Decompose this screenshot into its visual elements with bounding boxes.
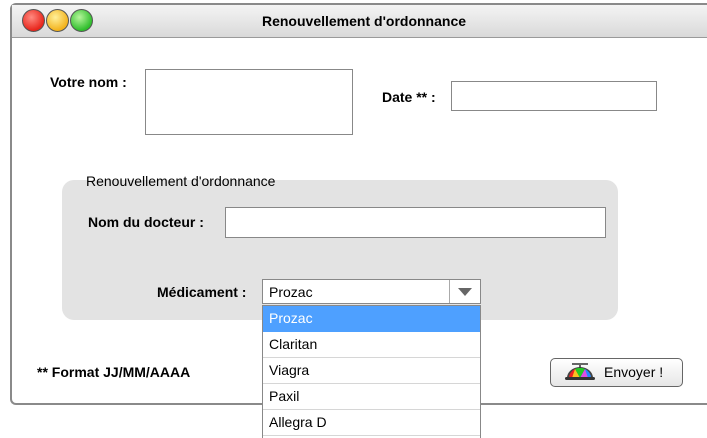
medication-selected-value: Prozac (269, 284, 313, 300)
medication-option[interactable]: Prozac (263, 306, 480, 332)
date-format-note: ** Format JJ/MM/AAAA (37, 364, 191, 380)
medication-label: Médicament : (157, 284, 247, 300)
title-bar[interactable]: Renouvellement d'ordonnance (12, 5, 707, 38)
doctor-name-label: Nom du docteur : (88, 214, 204, 230)
submit-button-label: Envoyer ! (604, 364, 664, 380)
medication-option[interactable]: Viagra (263, 358, 480, 384)
chevron-down-icon[interactable] (449, 280, 480, 303)
medication-option[interactable]: Paxil (263, 384, 480, 410)
medication-select[interactable]: Prozac (262, 279, 481, 304)
name-label: Votre nom : (50, 74, 127, 90)
name-field[interactable] (145, 69, 353, 135)
date-field[interactable] (451, 81, 657, 111)
window-title: Renouvellement d'ordonnance (261, 13, 467, 29)
prescription-group-legend: Renouvellement d'ordonnance (86, 173, 276, 189)
doctor-name-field[interactable] (225, 207, 606, 238)
submit-button[interactable]: Envoyer ! (550, 358, 683, 387)
date-label: Date ** : (382, 89, 436, 105)
medication-option[interactable]: Allegra D (263, 410, 480, 436)
medication-option[interactable]: Claritan (263, 332, 480, 358)
medication-dropdown-list: Prozac Claritan Viagra Paxil Allegra D (262, 305, 481, 438)
propeller-cap-icon (563, 362, 597, 387)
